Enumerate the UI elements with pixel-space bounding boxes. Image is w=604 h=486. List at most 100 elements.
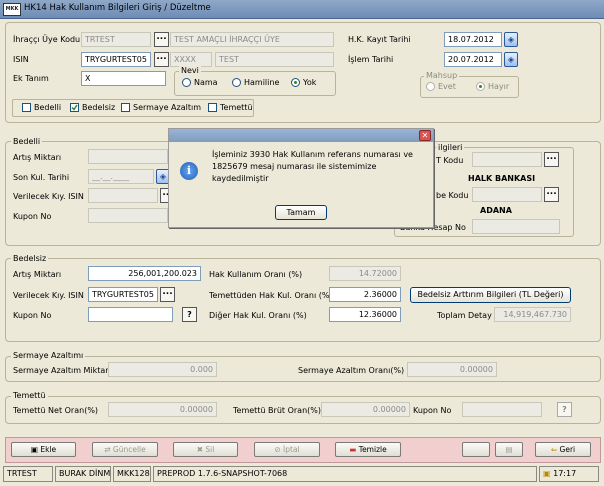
isin-label: ISIN bbox=[13, 55, 29, 64]
bedelsiz-verilecek-field[interactable]: TRYGURTEST05 bbox=[88, 287, 158, 302]
dialog-ok-button[interactable]: Tamam bbox=[275, 205, 327, 220]
info-icon: i bbox=[180, 162, 198, 180]
hesap-no-field[interactable] bbox=[472, 219, 560, 234]
geri-button[interactable]: ⇐ Geri bbox=[535, 442, 591, 457]
bedelsiz-artis-label: Artış Miktarı bbox=[13, 270, 62, 279]
dialog-close-button[interactable]: ✕ bbox=[419, 130, 431, 141]
ekle-button[interactable]: ▣ Ekle bbox=[11, 442, 76, 457]
temizle-button[interactable]: ▬ Temizle bbox=[335, 442, 401, 457]
bedelsiz-verilecek-lookup[interactable]: ... bbox=[160, 287, 175, 302]
temettu-kupon-field[interactable] bbox=[462, 402, 542, 417]
lock-icon: ▣ bbox=[543, 469, 551, 478]
add-icon: ▣ bbox=[30, 445, 41, 454]
isin-field[interactable]: TRYGURTEST05 bbox=[81, 52, 151, 67]
print-icon: ▤ bbox=[505, 445, 513, 454]
temettu-kupon-label: Kupon No bbox=[413, 406, 452, 415]
sermaye-oran-label: Sermaye Azaltım Oranı(%) bbox=[298, 366, 405, 375]
checkbox-sermaye[interactable] bbox=[121, 103, 130, 112]
diger-oran-field[interactable]: 12.36000 bbox=[329, 307, 401, 322]
hk-date-field[interactable]: 18.07.2012 bbox=[444, 32, 502, 47]
isin-code2-field: XXXX bbox=[170, 52, 212, 67]
temettu-oran-label: Temettüden Hak Kul. Oranı (%) bbox=[209, 291, 333, 300]
mahsup-radio-hayir[interactable] bbox=[476, 82, 485, 91]
sermaye-oran-field[interactable]: 0.00000 bbox=[407, 362, 497, 377]
sil-button[interactable]: ✖ Sil bbox=[173, 442, 238, 457]
clear-icon: ▬ bbox=[349, 445, 359, 454]
calendar-icon[interactable]: ◈ bbox=[504, 52, 518, 67]
t-kodu-field[interactable] bbox=[472, 152, 542, 167]
issuer-lookup-button[interactable]: ... bbox=[154, 32, 169, 47]
status-terminal: MKK128 bbox=[113, 466, 151, 482]
t-kodu-label: T Kodu bbox=[436, 156, 464, 165]
calendar-icon[interactable]: ◈ bbox=[504, 32, 518, 47]
hk-oran-label: Hak Kullanım Oranı (%) bbox=[209, 270, 303, 279]
status-clock: ▣ 17:17 bbox=[539, 466, 599, 482]
bedelsiz-verilecek-label: Verilecek Kıy. ISIN bbox=[13, 291, 84, 300]
dialog-message: İşleminiz 3930 Hak Kullanım referans num… bbox=[212, 150, 413, 183]
checkbox-bedelsiz[interactable] bbox=[70, 103, 79, 112]
sube-kodu-field[interactable] bbox=[472, 187, 542, 202]
update-icon: ⇄ bbox=[104, 445, 113, 454]
issuer-name-field: TEST AMAÇLI İHRAÇÇI ÜYE bbox=[170, 32, 334, 47]
bedelsiz-artis-field[interactable]: 256,001,200.023 bbox=[88, 266, 201, 281]
checkbox-temettu[interactable] bbox=[208, 103, 217, 112]
temettu-title: Temettü bbox=[11, 391, 48, 400]
son-kul-field[interactable]: __.__.____ bbox=[88, 169, 154, 184]
status-version: PREPROD 1.7.6-SNAPSHOT-7068 bbox=[153, 466, 537, 482]
mahsup-radio-evet[interactable] bbox=[426, 82, 435, 91]
nevi-label: Nevi bbox=[179, 66, 201, 75]
bedelli-verilecek-field[interactable] bbox=[88, 188, 158, 203]
sermaye-title: Sermaye Azaltımı bbox=[11, 351, 86, 360]
temettu-net-field[interactable]: 0.00000 bbox=[108, 402, 217, 417]
mahsup-evet-label: Evet bbox=[438, 82, 456, 91]
checkbox-sermaye-label: Sermaye Azaltım bbox=[133, 103, 201, 112]
checkbox-temettu-label: Temettü bbox=[220, 103, 253, 112]
bedelli-kupon-label: Kupon No bbox=[13, 212, 52, 221]
toplam-detay-field: 14,919,467.730 bbox=[494, 307, 571, 322]
isin-lookup-button[interactable]: ... bbox=[154, 52, 169, 67]
iptal-button[interactable]: ⊘ İptal bbox=[254, 442, 320, 457]
print-button[interactable]: ▤ bbox=[495, 442, 523, 457]
hk-oran-field: 14.72000 bbox=[329, 266, 401, 281]
window-title: HK14 Hak Kullanım Bilgileri Giriş / Düze… bbox=[24, 3, 211, 13]
temettu-brut-field[interactable]: 0.00000 bbox=[321, 402, 410, 417]
cancel-icon: ⊘ bbox=[274, 445, 284, 454]
nevi-radio-nama[interactable] bbox=[182, 78, 191, 87]
bedelsiz-title: Bedelsiz bbox=[11, 254, 49, 263]
back-arrow-icon: ⇐ bbox=[550, 445, 560, 454]
title-bar: MKK HK14 Hak Kullanım Bilgileri Giriş / … bbox=[0, 0, 604, 19]
issuer-label: İhraççı Üye Kodu bbox=[13, 35, 81, 44]
bedelsiz-help-button[interactable]: ? bbox=[182, 307, 197, 322]
sermaye-miktar-field[interactable]: 0.000 bbox=[108, 362, 217, 377]
temettu-brut-label: Temettü Brüt Oran(%) bbox=[233, 406, 321, 415]
sube-kodu-label: be Kodu bbox=[436, 191, 469, 200]
nevi-radio-yok[interactable] bbox=[291, 78, 300, 87]
issuer-code-field[interactable]: TRTEST bbox=[81, 32, 151, 47]
bank-name: HALK BANKASI bbox=[468, 174, 536, 183]
bank-info-title: ilgileri bbox=[436, 143, 465, 152]
bedelli-kupon-field[interactable] bbox=[88, 208, 168, 223]
guncelle-button[interactable]: ⇄ Güncelle bbox=[92, 442, 158, 457]
nevi-hamiline-label: Hamiline bbox=[244, 78, 280, 87]
blank-button[interactable] bbox=[462, 442, 490, 457]
bedelli-title: Bedelli bbox=[11, 137, 43, 146]
sube-kodu-lookup[interactable]: ... bbox=[544, 187, 559, 202]
t-kodu-lookup[interactable]: ... bbox=[544, 152, 559, 167]
ek-tanim-field[interactable]: X bbox=[81, 71, 166, 86]
toplam-detay-label: Toplam Detay bbox=[437, 311, 492, 320]
sermaye-miktar-label: Sermaye Azaltım Miktarı bbox=[13, 366, 111, 375]
temettu-help-button[interactable]: ? bbox=[557, 402, 572, 417]
temettu-oran-field[interactable]: 2.36000 bbox=[329, 287, 401, 302]
temettu-net-label: Temettü Net Oran(%) bbox=[13, 406, 99, 415]
islem-date-field[interactable]: 20.07.2012 bbox=[444, 52, 502, 67]
nevi-nama-label: Nama bbox=[194, 78, 218, 87]
status-user-name: BURAK DİNMEZ bbox=[55, 466, 111, 482]
nevi-radio-hamiline[interactable] bbox=[232, 78, 241, 87]
bedelsiz-artirim-button[interactable]: Bedelsiz Arttırım Bilgileri (TL Değeri) bbox=[410, 287, 571, 303]
bedelli-artis-label: Artış Miktarı bbox=[13, 153, 62, 162]
checkbox-bedelli[interactable] bbox=[22, 103, 31, 112]
hk-date-label: H.K. Kayıt Tarihi bbox=[348, 35, 411, 44]
checkbox-bedelsiz-label: Bedelsiz bbox=[82, 103, 116, 112]
bedelli-artis-field[interactable] bbox=[88, 149, 168, 164]
bedelsiz-kupon-field[interactable] bbox=[88, 307, 173, 322]
